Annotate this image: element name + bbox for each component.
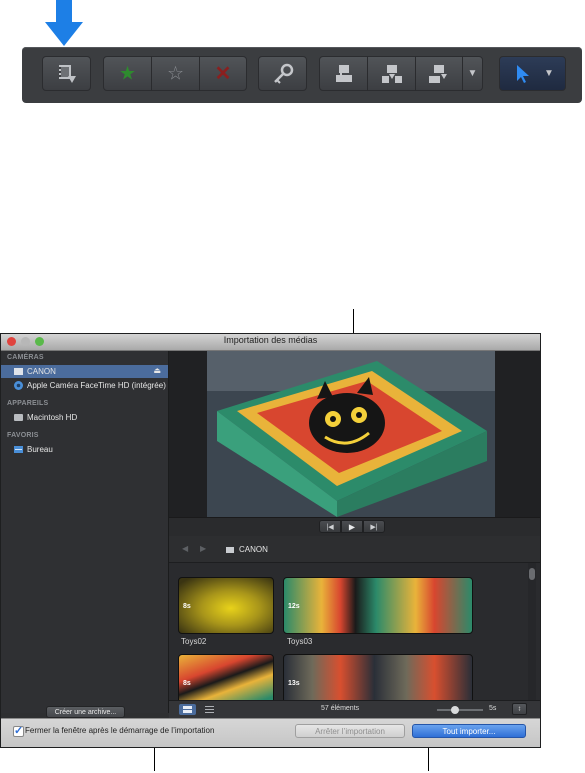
sidebar-item-macintosh-hd[interactable]: Macintosh HD xyxy=(1,411,168,424)
window-title: Importation des médias xyxy=(223,335,318,345)
desktop-folder-icon xyxy=(14,446,23,453)
transport-controls: |◀ ▶ ▶| xyxy=(169,517,540,536)
scrollbar-thumb[interactable] xyxy=(529,568,535,580)
path-bar: ◀ ▶ CANON xyxy=(169,536,540,563)
reject-x-icon: ✕ xyxy=(214,62,232,85)
checkmark-icon: ✓ xyxy=(14,725,24,737)
skip-forward-icon: ▶| xyxy=(370,523,378,531)
forward-arrow-icon[interactable]: ▶ xyxy=(200,544,206,553)
edit-menu-button[interactable]: ▼ xyxy=(462,56,483,91)
browser-bottom-bar: 57 éléments 5s ↕ xyxy=(169,700,540,718)
title-bar: Importation des médias xyxy=(1,334,540,351)
outline-star-icon: ☆ xyxy=(166,63,185,84)
append-clip-icon xyxy=(429,64,447,83)
browser-scrollbar[interactable] xyxy=(528,563,536,700)
import-all-button[interactable]: Tout importer... xyxy=(412,724,526,738)
play-icon: ▶ xyxy=(348,522,356,531)
sidebar-heading-devices: APPAREILS xyxy=(7,400,49,407)
sidebar-item-label: Apple Caméra FaceTime HD (intégrée) xyxy=(27,381,166,390)
append-button[interactable] xyxy=(415,56,463,91)
import-media-button[interactable] xyxy=(42,56,91,91)
preview-viewer xyxy=(169,351,540,519)
skip-back-icon: |◀ xyxy=(326,523,334,531)
sidebar-item-bureau[interactable]: Bureau xyxy=(1,443,168,456)
chevron-down-icon: ▼ xyxy=(467,67,478,79)
clip-length-slider[interactable] xyxy=(437,706,483,714)
preview-image xyxy=(207,351,495,517)
clip-duration: 8s xyxy=(183,680,191,687)
keyword-button[interactable] xyxy=(258,56,307,91)
chevron-down-icon: ▼ xyxy=(544,68,554,79)
key-icon xyxy=(273,63,293,84)
import-film-icon xyxy=(58,64,76,83)
sidebar-heading-cameras: CAMÉRAS xyxy=(7,354,44,361)
insert-button[interactable] xyxy=(367,56,416,91)
next-clip-button[interactable]: ▶| xyxy=(363,520,385,533)
create-archive-button[interactable]: Créer une archive... xyxy=(46,706,125,718)
filmstrip-view-icon xyxy=(183,706,192,713)
sidebar-item-label: Bureau xyxy=(27,445,53,454)
toolbar: ★ ☆ ✕ ▼ ▼ xyxy=(22,47,582,103)
facetime-camera-icon xyxy=(14,381,23,390)
sidebar-item-label: CANON xyxy=(27,367,56,376)
callout-arrow-icon xyxy=(45,0,83,46)
insert-clip-icon xyxy=(381,64,402,83)
back-arrow-icon[interactable]: ◀ xyxy=(182,544,188,553)
clip-thumbnail[interactable]: 13s xyxy=(283,654,473,700)
camera-card-icon xyxy=(14,368,23,375)
connect-button[interactable] xyxy=(319,56,368,91)
window-footer: ✓ Fermer la fenêtre après le démarrage d… xyxy=(1,718,540,747)
list-view-icon xyxy=(205,706,214,713)
close-window-checkbox[interactable]: ✓ xyxy=(13,725,24,737)
clip-duration: 8s xyxy=(183,603,191,610)
clip-thumbnail[interactable]: 12s xyxy=(283,577,473,634)
camera-card-icon xyxy=(226,547,234,553)
slider-knob[interactable] xyxy=(451,706,459,714)
clip-duration: 12s xyxy=(288,603,300,610)
hard-drive-icon xyxy=(14,414,23,421)
clip-browser: 8s Toys02 12s Toys03 8s 13s xyxy=(169,563,540,700)
clip-name: Toys03 xyxy=(287,637,313,646)
eject-icon[interactable]: ⏏ xyxy=(153,366,161,375)
stop-import-button[interactable]: Arrêter l’importation xyxy=(295,724,405,738)
settings-button[interactable]: ↕ xyxy=(512,703,527,715)
sidebar-item-facetime[interactable]: Apple Caméra FaceTime HD (intégrée) xyxy=(1,379,168,392)
green-star-icon: ★ xyxy=(118,63,137,84)
clip-thumbnail[interactable]: 8s xyxy=(178,577,274,634)
switch-icon: ↕ xyxy=(517,705,522,713)
unrate-button[interactable]: ☆ xyxy=(151,56,200,91)
path-label: CANON xyxy=(239,545,268,554)
sidebar-item-canon[interactable]: CANON ⏏ xyxy=(1,365,168,378)
sidebar-heading-favorites: FAVORIS xyxy=(7,432,39,439)
sidebar-item-label: Macintosh HD xyxy=(27,413,78,422)
play-button[interactable]: ▶ xyxy=(341,520,363,533)
clip-name: Toys02 xyxy=(181,637,207,646)
reject-button[interactable]: ✕ xyxy=(199,56,247,91)
import-window: Importation des médias CAMÉRAS CANON ⏏ A… xyxy=(0,333,541,748)
connect-clip-icon xyxy=(335,64,352,82)
sidebar: CAMÉRAS CANON ⏏ Apple Caméra FaceTime HD… xyxy=(1,351,169,713)
favorite-button[interactable]: ★ xyxy=(103,56,152,91)
close-window-label: Fermer la fenêtre après le démarrage de … xyxy=(25,726,215,735)
clip-length-value: 5s xyxy=(489,705,497,712)
item-count: 57 éléments xyxy=(321,705,360,712)
clip-thumbnail[interactable]: 8s xyxy=(178,654,274,700)
clip-duration: 13s xyxy=(288,680,300,687)
previous-clip-button[interactable]: |◀ xyxy=(319,520,341,533)
filmstrip-view-button[interactable] xyxy=(179,704,196,715)
list-view-button[interactable] xyxy=(201,704,218,715)
select-tool-button[interactable]: ▼ xyxy=(499,56,566,91)
arrow-cursor-icon xyxy=(517,65,529,83)
